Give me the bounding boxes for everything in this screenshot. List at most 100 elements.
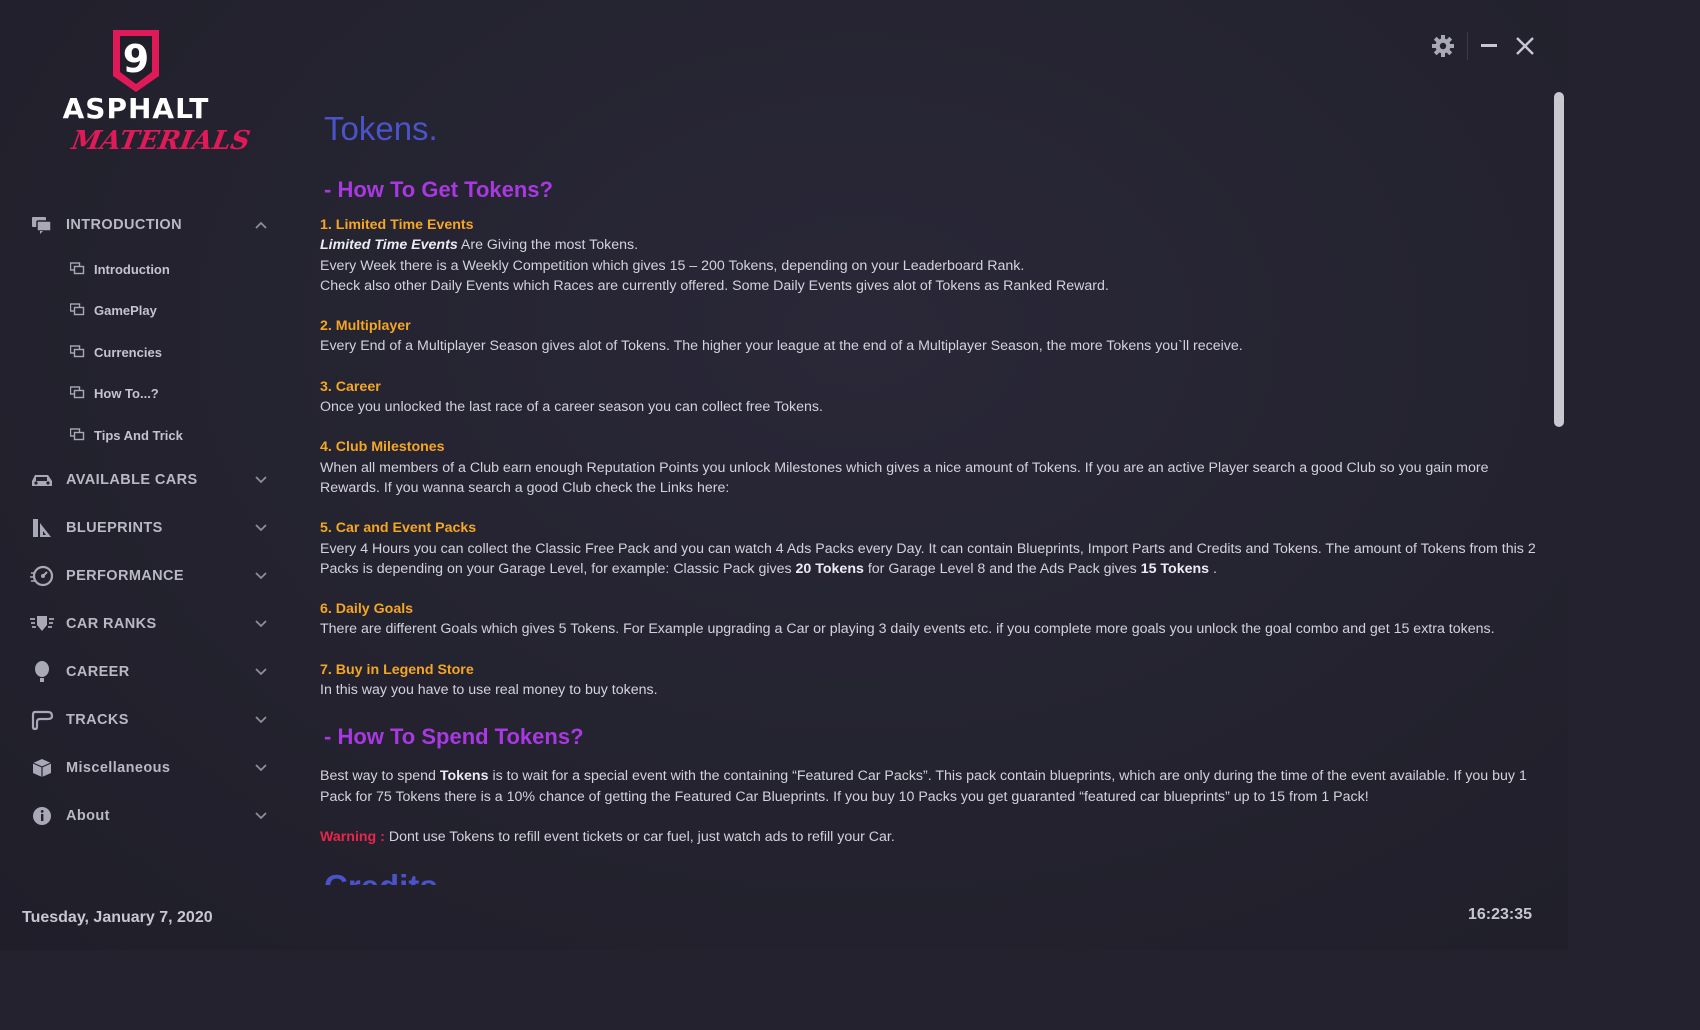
warning-label: Warning :	[320, 828, 385, 845]
list-item: 5. Car and Event Packs Every 4 Hours you…	[320, 518, 1548, 579]
item-lead-rest: Are Giving the most Tokens.	[457, 237, 639, 254]
sidebar-sub-label: Tips And Trick	[94, 427, 183, 443]
scrollbar-thumb[interactable]	[1554, 92, 1564, 427]
item-text: Every End of a Multiplayer Season gives …	[320, 338, 1243, 355]
nav-section-label: Miscellaneous	[66, 760, 171, 776]
item-text: Every Week there is a Weekly Competition…	[320, 257, 1025, 274]
minimize-icon	[1481, 44, 1497, 47]
close-icon	[1516, 37, 1534, 55]
sidebar-sub-label: Currencies	[94, 344, 162, 360]
item-text: There are different Goals which gives 5 …	[320, 621, 1495, 638]
list-item: 3. Career Once you unlocked the last rac…	[320, 377, 1548, 418]
nav-section-performance[interactable]: PERFORMANCE	[28, 559, 268, 593]
item-title: 2. Multiplayer	[320, 318, 411, 335]
item-text: Every 4 Hours you can collect the Classi…	[320, 540, 1536, 577]
highlight-20-tokens: 20 Tokens	[795, 560, 864, 577]
spend-paragraph: Best way to spend Tokens is to wait for …	[320, 768, 1527, 805]
nav-section-label: About	[66, 808, 110, 824]
nav-section-label: CAR RANKS	[66, 616, 157, 632]
sidebar-sub-gameplay[interactable]: GamePlay	[70, 297, 157, 323]
nav-section-label: CAREER	[66, 664, 130, 680]
list-item: 6. Daily Goals There are different Goals…	[320, 599, 1548, 640]
settings-button[interactable]	[1429, 32, 1457, 60]
highlight-15-tokens: 15 Tokens	[1140, 560, 1210, 577]
nav-section-career[interactable]: CAREER	[28, 655, 268, 689]
list-item: 1. Limited Time Events Limited Time Even…	[320, 215, 1548, 296]
item-text: Check also other Daily Events which Race…	[320, 277, 1109, 294]
sidebar-sub-how-to[interactable]: How To...?	[70, 380, 159, 406]
chat-icon	[70, 385, 86, 401]
gear-icon	[1432, 35, 1454, 57]
controls-divider	[1467, 32, 1468, 60]
box-icon	[28, 754, 56, 782]
app-window: 9 ASPHALT MATERIALS INTRODUCTION Introdu…	[0, 0, 1568, 950]
highlight-tokens: Tokens	[439, 768, 489, 785]
chat-icon	[28, 211, 56, 239]
chevron-down-icon	[254, 473, 268, 487]
close-button[interactable]	[1511, 32, 1539, 60]
nav-section-tracks[interactable]: TRACKS	[28, 703, 268, 737]
nav-section-label: TRACKS	[66, 712, 129, 728]
item-lead: Limited Time Events Are Giving the most …	[320, 235, 1548, 255]
chevron-down-icon	[254, 713, 268, 727]
item-title: 6. Daily Goals	[320, 601, 414, 618]
sidebar-sub-label: Introduction	[94, 261, 170, 277]
nav-section-miscellaneous[interactable]: Miscellaneous	[28, 751, 268, 785]
chat-icon	[70, 302, 86, 318]
logo-badge-icon: 9	[113, 30, 159, 92]
chevron-down-icon	[254, 809, 268, 823]
item-title: 4. Club Milestones	[320, 439, 445, 456]
nav-section-car-ranks[interactable]: CAR RANKS	[28, 607, 268, 641]
section-title-get-tokens: - How To Get Tokens?	[324, 177, 553, 202]
nav-section-blueprints[interactable]: BLUEPRINTS	[28, 511, 268, 545]
item-title: 3. Career	[320, 378, 381, 395]
item-text: Once you unlocked the last race of a car…	[320, 399, 823, 416]
nav-section-about[interactable]: About	[28, 799, 268, 833]
item-title: 7. Buy in Legend Store	[320, 661, 474, 678]
chat-icon	[70, 344, 86, 360]
item-text: In this way you have to use real money t…	[320, 682, 658, 699]
article-content: Tokens. - How To Get Tokens? 1. Limited …	[320, 105, 1548, 885]
speedometer-icon	[28, 562, 56, 590]
item-text: When all members of a Club earn enough R…	[320, 459, 1489, 496]
list-item: 4. Club Milestones When all members of a…	[320, 437, 1548, 498]
rank-badge-icon	[28, 610, 56, 638]
chevron-down-icon	[254, 521, 268, 535]
footer-date: Tuesday, January 7, 2020	[22, 909, 213, 926]
chevron-down-icon	[254, 617, 268, 631]
sidebar-sub-currencies[interactable]: Currencies	[70, 339, 162, 365]
next-section-title: Credits	[324, 867, 1548, 885]
page-title: Tokens.	[324, 110, 438, 147]
info-icon	[28, 802, 56, 830]
logo-subtitle: MATERIALS	[69, 126, 253, 156]
track-icon	[28, 706, 56, 734]
app-logo: 9 ASPHALT MATERIALS	[42, 28, 253, 163]
sidebar-sub-label: How To...?	[94, 385, 159, 401]
sidebar-sub-tips-and-trick[interactable]: Tips And Trick	[70, 422, 183, 448]
warning-paragraph: Warning : Dont use Tokens to refill even…	[320, 827, 1548, 847]
chevron-down-icon	[254, 761, 268, 775]
logo-wordmark: ASPHALT	[62, 92, 210, 125]
list-item: 2. Multiplayer Every End of a Multiplaye…	[320, 316, 1548, 357]
chevron-down-icon	[254, 569, 268, 583]
balloon-icon	[28, 658, 56, 686]
nav-section-label: PERFORMANCE	[66, 568, 184, 584]
nav-section-available-cars[interactable]: AVAILABLE CARS	[28, 463, 268, 497]
item-title: 5. Car and Event Packs	[320, 520, 477, 537]
nav-section-label: BLUEPRINTS	[66, 520, 163, 536]
chevron-up-icon	[254, 218, 268, 232]
logo-badge-text: 9	[123, 37, 149, 81]
item-title: 1. Limited Time Events	[320, 217, 474, 233]
sidebar: 9 ASPHALT MATERIALS INTRODUCTION Introdu…	[0, 0, 290, 950]
sidebar-sub-introduction[interactable]: Introduction	[70, 256, 170, 282]
nav-section-label: INTRODUCTION	[66, 217, 182, 233]
blueprint-icon	[28, 514, 56, 542]
list-item: 7. Buy in Legend Store In this way you h…	[320, 660, 1548, 701]
footer-clock: 16:23:35	[1467, 906, 1532, 923]
nav-section-label: AVAILABLE CARS	[66, 472, 198, 488]
car-icon	[28, 466, 56, 494]
chevron-down-icon	[254, 665, 268, 679]
warning-text: Dont use Tokens to refill event tickets …	[384, 828, 895, 845]
nav-section-introduction[interactable]: INTRODUCTION	[28, 208, 268, 242]
minimize-button[interactable]	[1475, 32, 1503, 60]
